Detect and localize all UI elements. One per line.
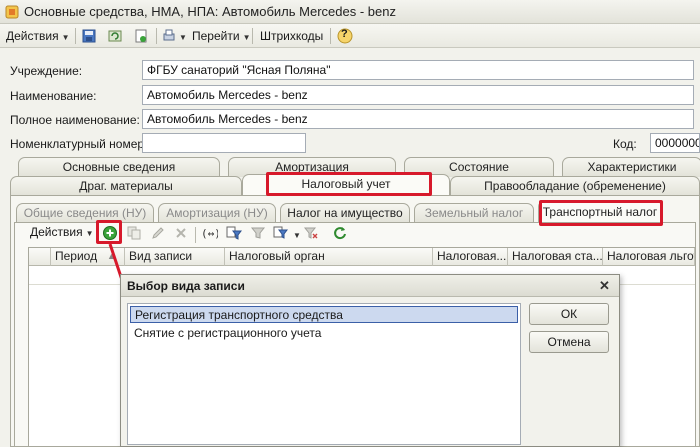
tab-precious-materials[interactable]: Драг. материалы <box>10 176 242 196</box>
highlight-tax-accounting-tab <box>266 172 432 196</box>
toolbar-separator <box>75 28 76 44</box>
post-document-icon[interactable] <box>132 27 150 45</box>
actions-menu-button[interactable]: Действия ▼ <box>4 27 72 45</box>
institution-label: Учреждение: <box>10 64 83 78</box>
tab-rights-encumbrance[interactable]: Правообладание (обременение) <box>450 176 700 196</box>
tab-characteristics[interactable]: Характеристики <box>562 157 700 177</box>
dialog-title: Выбор вида записи <box>127 279 245 293</box>
code-label: Код: <box>613 137 637 151</box>
name-field[interactable]: Автомобиль Mercedes - benz <box>142 85 694 105</box>
column-tax-benefit[interactable]: Налоговая льгота <box>603 248 695 266</box>
goto-menu-label: Перейти <box>192 29 240 43</box>
main-toolbar: Действия ▼ ▼ Перейти ▼ Штрихкоды ? <box>0 24 700 48</box>
column-period-label: Период <box>55 249 98 263</box>
toolbar-separator <box>252 28 253 44</box>
cancel-button[interactable]: Отмена <box>529 331 609 353</box>
delete-icon[interactable] <box>172 224 190 242</box>
filter-icon[interactable] <box>249 224 267 242</box>
name-label: Наименование: <box>10 89 97 103</box>
inner-actions-menu-button[interactable]: Действия ▼ <box>28 223 96 241</box>
column-tax-rate[interactable]: Налоговая ста... <box>508 248 603 266</box>
help-symbol: ? <box>341 28 348 40</box>
column-tax-base[interactable]: Налоговая... <box>433 248 508 266</box>
nomenclature-number-label: Номенклатурный номер: <box>10 137 148 151</box>
period-interval-icon[interactable]: (↔) <box>200 224 218 242</box>
inner-actions-label: Действия <box>30 225 83 239</box>
filter-dropdown-icon[interactable] <box>272 224 290 242</box>
record-type-dialog: Выбор вида записи ✕ Регистрация транспор… <box>120 274 620 447</box>
full-name-label: Полное наименование: <box>10 113 140 127</box>
subtab-property-tax[interactable]: Налог на имущество <box>280 203 410 223</box>
window-title: Основные средства, НМА, НПА: Автомобиль … <box>24 4 396 19</box>
chevron-down-icon: ▼ <box>85 229 94 238</box>
record-type-list[interactable]: Регистрация транспортного средства Сняти… <box>127 303 521 445</box>
app-icon <box>5 5 19 19</box>
nomenclature-number-field[interactable] <box>142 133 306 153</box>
save-icon[interactable] <box>80 27 98 45</box>
highlight-transport-tax-subtab <box>539 200 663 226</box>
subtab-land-tax[interactable]: Земельный налог <box>414 203 534 223</box>
edit-icon[interactable] <box>149 224 167 242</box>
toolbar-separator <box>330 28 331 44</box>
column-record-type[interactable]: Вид записи <box>125 248 225 266</box>
window-title-bar: Основные средства, НМА, НПА: Автомобиль … <box>0 0 700 24</box>
print-icon[interactable] <box>160 27 178 45</box>
row-marker-column <box>29 248 51 266</box>
institution-field[interactable]: ФГБУ санаторий "Ясная Поляна" <box>142 60 694 80</box>
dialog-title-bar: Выбор вида записи ✕ <box>121 275 619 297</box>
actions-menu-label: Действия <box>6 29 59 43</box>
refresh-record-icon[interactable] <box>106 27 124 45</box>
chevron-down-icon: ▼ <box>242 33 251 42</box>
full-name-field[interactable]: Автомобиль Mercedes - benz <box>142 109 694 129</box>
list-item-deregistration[interactable]: Снятие с регистрационного учета <box>130 325 518 342</box>
chevron-down-icon: ▼ <box>61 33 70 42</box>
help-button[interactable]: ? <box>336 27 354 45</box>
code-field[interactable]: 00000000 <box>650 133 700 153</box>
barcodes-button[interactable]: Штрихкоды <box>258 27 325 45</box>
toolbar-separator <box>195 227 196 243</box>
filter-set-icon[interactable] <box>225 224 243 242</box>
tab-main-info[interactable]: Основные сведения <box>18 157 220 177</box>
close-icon[interactable]: ✕ <box>599 278 610 294</box>
subtab-general-tax[interactable]: Общие сведения (НУ) <box>16 203 154 223</box>
column-tax-authority[interactable]: Налоговый орган <box>225 248 433 266</box>
chevron-down-icon[interactable]: ▼ <box>179 33 187 42</box>
list-item-vehicle-registration[interactable]: Регистрация транспортного средства <box>130 306 518 323</box>
chevron-down-icon[interactable]: ▼ <box>293 231 301 240</box>
svg-text:(↔): (↔) <box>201 227 218 240</box>
clear-filter-icon[interactable] <box>302 224 320 242</box>
toolbar-separator <box>156 28 157 44</box>
subtab-depreciation-tax[interactable]: Амортизация (НУ) <box>158 203 276 223</box>
goto-menu-button[interactable]: Перейти ▼ <box>190 27 252 45</box>
refresh-icon[interactable] <box>331 224 349 242</box>
ok-button[interactable]: ОК <box>529 303 609 325</box>
